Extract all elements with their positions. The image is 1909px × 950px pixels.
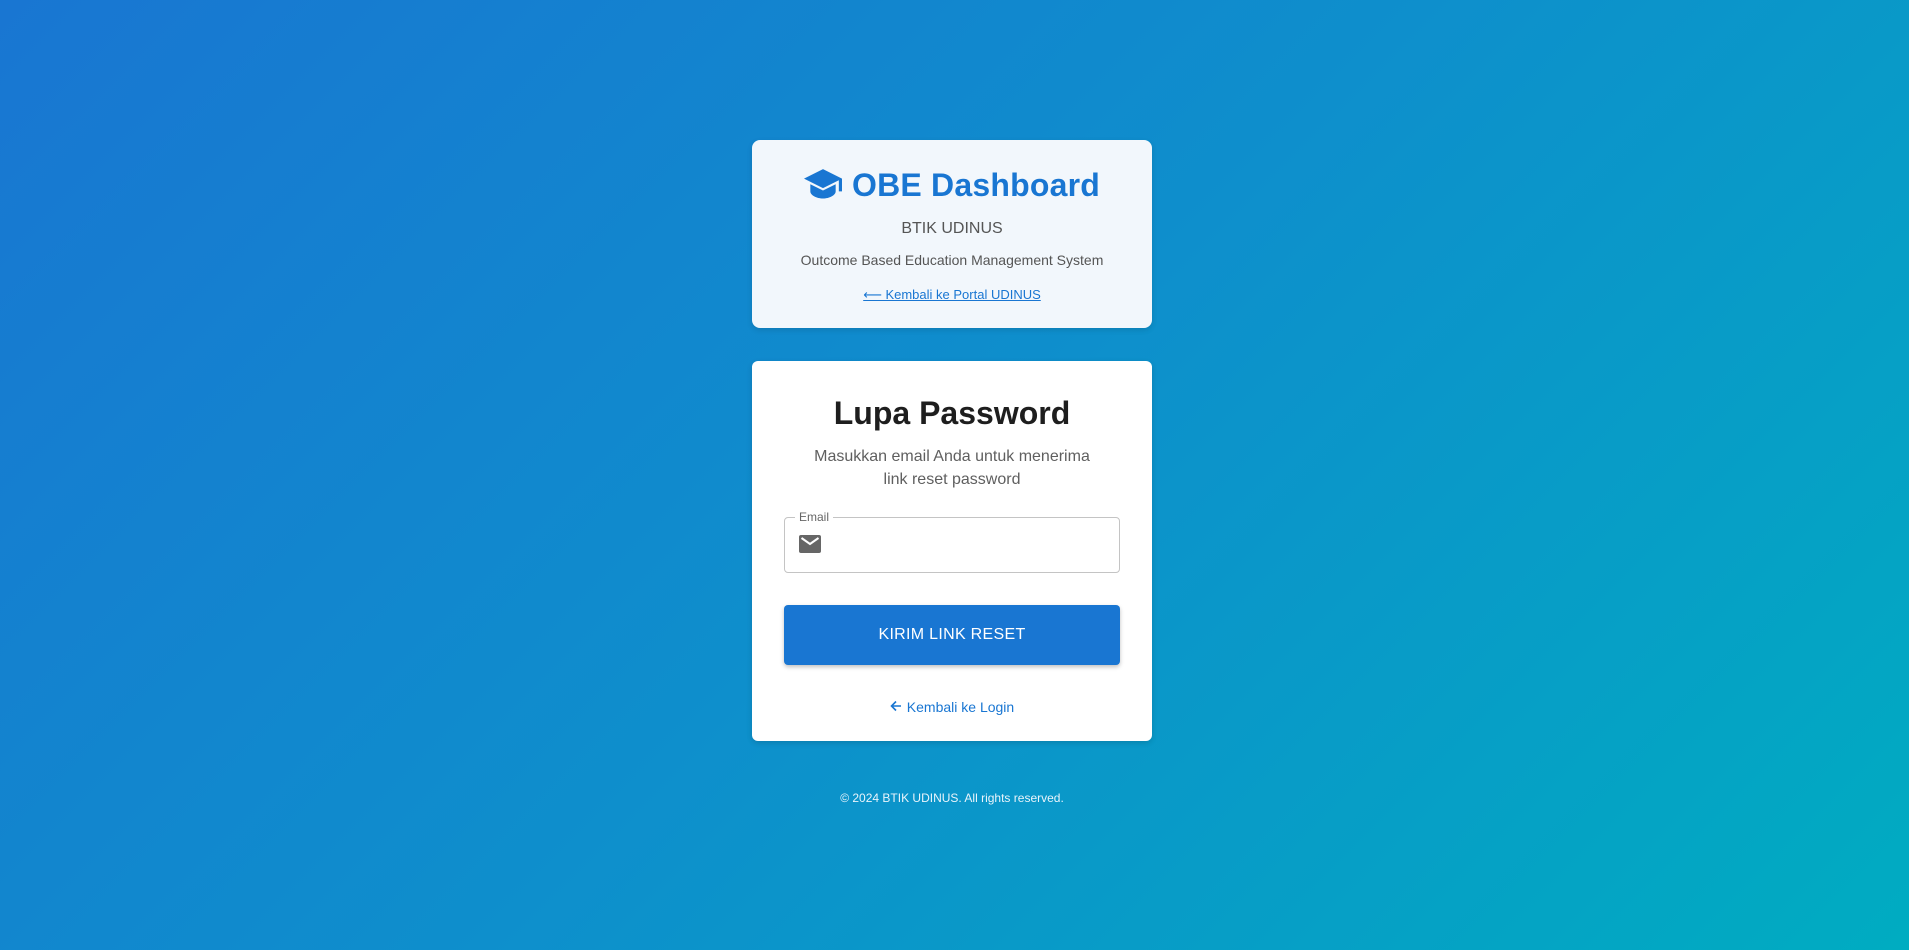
brand-card: OBE Dashboard BTIK UDINUS Outcome Based … [752,140,1152,328]
email-field[interactable]: Email [784,510,1120,574]
back-to-login-link[interactable]: Kembali ke Login [890,699,1014,715]
form-description: Masukkan email Anda untuk menerima link … [814,448,1090,488]
email-input[interactable] [833,518,1107,574]
organization-name: BTIK UDINUS [901,220,1003,237]
app-title: OBE Dashboard [852,166,1100,203]
app-tagline: Outcome Based Education Management Syste… [800,252,1104,268]
footer-copyright: © 2024 BTIK UDINUS. All rights reserved. [840,791,1064,805]
arrow-left-icon [890,699,902,715]
page-container: OBE Dashboard BTIK UDINUS Outcome Based … [752,140,1152,805]
send-reset-link-button[interactable]: KIRIM LINK RESET [784,605,1120,665]
forgot-password-card: Lupa Password Masukkan email Anda untuk … [752,361,1152,741]
brand: OBE Dashboard [752,166,1152,204]
back-to-login-label: Kembali ke Login [906,699,1015,715]
back-to-portal-link[interactable]: ⟵ Kembali ke Portal UDINUS [863,287,1041,303]
email-icon [799,535,821,558]
page-title: Lupa Password [833,395,1071,431]
graduation-cap-icon [804,169,842,201]
email-label: Email [795,510,834,524]
